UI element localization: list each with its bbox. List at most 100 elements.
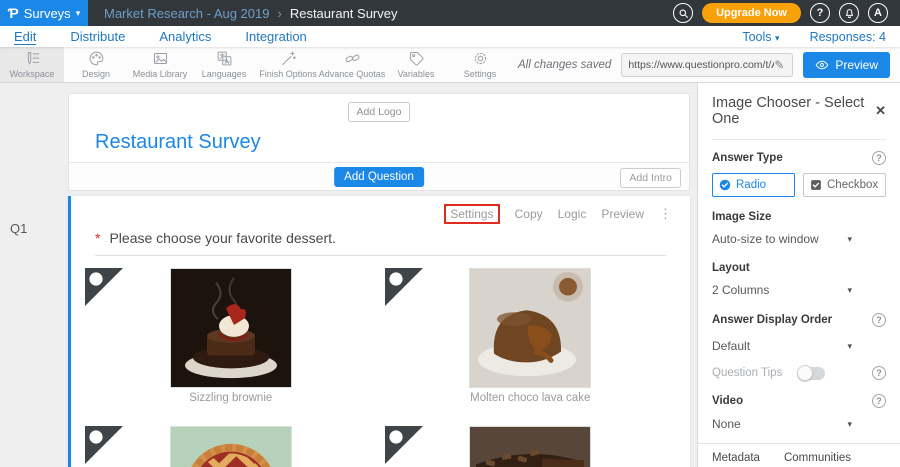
toolbar-item-label: Workspace — [10, 69, 55, 79]
survey-header-footer: Add Question Add Intro — [69, 162, 689, 190]
answer-display-order-label: Answer Display Order — [712, 314, 832, 326]
toolbar-item-advance-quotas[interactable]: Advance Quotas — [320, 47, 384, 82]
question-action-preview[interactable]: Preview — [601, 207, 644, 221]
surveys-menu-label: Surveys — [24, 6, 71, 21]
panel-title: Image Chooser - Select One — [712, 95, 875, 127]
image-option-figure[interactable] — [170, 426, 292, 467]
toolbar-item-finish-options[interactable]: Finish Options — [256, 47, 320, 82]
tab-integration[interactable]: Integration — [245, 29, 306, 44]
question-actions: Settings Copy Logic Preview ⋮ — [71, 196, 690, 224]
image-size-label: Image Size — [712, 211, 771, 223]
toggle-knob — [797, 365, 813, 381]
add-logo-button[interactable]: Add Logo — [348, 102, 411, 122]
tab-metadata[interactable]: Metadata — [712, 444, 760, 467]
add-intro-button[interactable]: Add Intro — [620, 168, 681, 188]
answer-display-order-dropdown[interactable]: Default ▾ — [712, 339, 852, 353]
chevron-down-icon: ▾ — [76, 8, 81, 19]
bell-icon — [844, 8, 855, 19]
tab-communities[interactable]: Communities — [784, 444, 851, 467]
edit-toolbar: Workspace Design Media Library Languages… — [0, 47, 900, 83]
video-value: None — [712, 417, 741, 431]
header-actions: Upgrade Now ? A — [673, 3, 900, 23]
video-label: Video — [712, 395, 743, 407]
question-tips-toggle[interactable] — [798, 367, 825, 380]
image-size-value: Auto-size to window — [712, 232, 819, 246]
toolbar-right: All changes saved ✎ Preview — [518, 47, 900, 82]
toolbar-item-languages[interactable]: Languages — [192, 47, 256, 82]
notifications-button[interactable] — [839, 3, 859, 23]
close-icon[interactable]: ✕ — [875, 103, 886, 119]
required-asterisk: * — [95, 230, 100, 246]
languages-icon — [216, 50, 233, 67]
help-icon[interactable]: ? — [872, 313, 886, 327]
tab-distribute[interactable]: Distribute — [70, 29, 125, 44]
toolbar-item-variables[interactable]: Variables — [384, 47, 448, 82]
chevron-down-icon: ▾ — [847, 341, 852, 352]
radio-marker-icon[interactable] — [85, 426, 123, 464]
layout-dropdown[interactable]: 2 Columns ▾ — [712, 283, 852, 297]
help-button[interactable]: ? — [810, 3, 830, 23]
radio-marker-icon[interactable] — [85, 268, 123, 306]
kebab-menu-icon[interactable]: ⋮ — [659, 208, 672, 220]
question-card: Settings Copy Logic Preview ⋮ * Please c… — [68, 196, 690, 467]
toolbar-item-settings[interactable]: Settings — [448, 47, 512, 82]
breadcrumb-parent-link[interactable]: Market Research - Aug 2019 — [104, 6, 269, 21]
help-icon[interactable]: ? — [872, 366, 886, 380]
question-action-settings[interactable]: Settings — [444, 204, 499, 224]
responses-link[interactable]: Responses: 4 — [810, 30, 886, 44]
video-dropdown[interactable]: None ▾ — [712, 417, 852, 431]
search-button[interactable] — [673, 3, 693, 23]
image-option-figure[interactable] — [469, 426, 591, 467]
image-option — [381, 426, 681, 467]
upgrade-now-button[interactable]: Upgrade Now — [702, 3, 801, 23]
toolbar-item-workspace[interactable]: Workspace — [0, 47, 64, 82]
toolbar-item-label: Settings — [464, 69, 497, 79]
question-action-copy[interactable]: Copy — [515, 207, 543, 221]
surveys-menu[interactable]: Ƥ Surveys ▾ — [0, 0, 88, 26]
help-icon[interactable]: ? — [872, 151, 886, 165]
search-icon — [678, 8, 689, 19]
help-icon[interactable]: ? — [872, 394, 886, 408]
layout-label: Layout — [712, 262, 750, 274]
survey-url-input[interactable] — [628, 59, 774, 71]
tab-analytics[interactable]: Analytics — [159, 29, 211, 44]
question-text[interactable]: Please choose your favorite dessert. — [109, 230, 335, 246]
toolbar-item-label: Design — [82, 69, 110, 79]
radio-marker-icon[interactable] — [385, 426, 423, 464]
preview-button-label: Preview — [835, 58, 878, 72]
answer-type-radio-option[interactable]: Radio — [712, 173, 795, 197]
main-area: Q1 Add Logo Restaurant Survey Add Questi… — [0, 83, 900, 467]
tab-edit[interactable]: Edit — [14, 29, 36, 45]
avatar[interactable]: A — [868, 3, 888, 23]
panel-divider — [712, 139, 886, 140]
tools-menu[interactable]: Tools ▾ — [742, 30, 779, 44]
radio-check-icon — [719, 179, 731, 191]
toolbar-item-media-library[interactable]: Media Library — [128, 47, 192, 82]
image-size-dropdown[interactable]: Auto-size to window ▾ — [712, 232, 852, 246]
answer-type-checkbox-option[interactable]: Checkbox — [803, 173, 886, 197]
image-option-figure[interactable]: Molten choco lava cake — [469, 268, 591, 404]
edit-url-pencil-icon[interactable]: ✎ — [774, 58, 784, 72]
question-action-logic[interactable]: Logic — [558, 207, 587, 221]
radio-marker-icon[interactable] — [385, 268, 423, 306]
dessert-image-molten-choco-lava-cake[interactable] — [469, 268, 591, 388]
image-option-caption: Sizzling brownie — [170, 392, 292, 404]
toolbar-item-label: Advance Quotas — [319, 69, 386, 79]
image-option-figure[interactable]: Sizzling brownie — [170, 268, 292, 404]
toolbar-item-design[interactable]: Design — [64, 47, 128, 82]
image-option: Molten choco lava cake — [381, 268, 681, 426]
add-question-button[interactable]: Add Question — [334, 167, 424, 187]
chevron-down-icon: ▾ — [847, 234, 852, 245]
eye-icon — [815, 58, 829, 72]
dessert-image-chocolate-cake[interactable] — [469, 426, 591, 467]
checkbox-option-label: Checkbox — [827, 179, 878, 191]
preview-button[interactable]: Preview — [803, 52, 890, 78]
design-palette-icon — [88, 50, 105, 67]
workspace-icon — [24, 50, 41, 67]
dessert-image-cherry-pie[interactable] — [170, 426, 292, 467]
survey-title[interactable]: Restaurant Survey — [95, 131, 689, 154]
variables-tag-icon — [408, 50, 425, 67]
top-header: Ƥ Surveys ▾ Market Research - Aug 2019 ›… — [0, 0, 900, 26]
dessert-image-sizzling-brownie[interactable] — [170, 268, 292, 388]
chevron-down-icon: ▾ — [847, 285, 852, 296]
